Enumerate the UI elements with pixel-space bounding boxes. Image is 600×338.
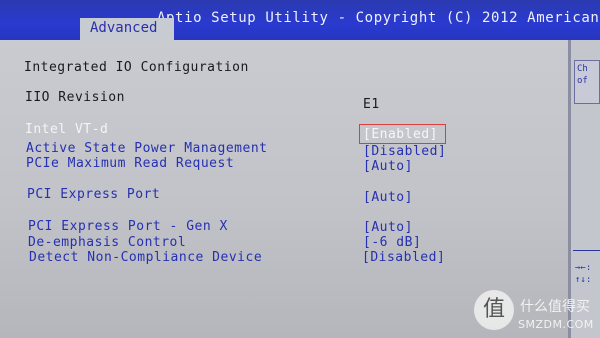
iio-revision-label: IIO Revision <box>25 90 125 105</box>
help-description: Ch of <box>574 60 600 104</box>
option-de-emphasis-value[interactable]: [-6 dB] <box>363 235 421 250</box>
option-de-emphasis-label[interactable]: De-emphasis Control <box>28 235 186 250</box>
option-pci-express-gen-x-label[interactable]: PCI Express Port - Gen X <box>28 219 228 234</box>
option-aspm-label[interactable]: Active State Power Management <box>26 141 267 156</box>
watermark-logo: 值 <box>474 290 514 330</box>
help-separator <box>573 250 600 251</box>
option-intel-vt-d-label[interactable]: Intel VT-d <box>25 122 108 137</box>
watermark-text-cn: 什么值得买 <box>520 299 590 315</box>
app-title: Aptio Setup Utility - Copyright (C) 2012… <box>157 10 600 26</box>
tab-advanced[interactable]: Advanced <box>80 18 174 40</box>
option-pci-express-port-label[interactable]: PCI Express Port <box>27 187 160 202</box>
bios-screen: Aptio Setup Utility - Copyright (C) 2012… <box>0 0 600 338</box>
option-pci-express-port-value[interactable]: [Auto] <box>363 190 413 205</box>
option-detect-non-compliance-value[interactable]: [Disabled] <box>362 250 445 265</box>
option-detect-non-compliance-label[interactable]: Detect Non-Compliance Device <box>29 250 262 265</box>
option-pcie-max-read-label[interactable]: PCIe Maximum Read Request <box>26 156 234 171</box>
option-pci-express-gen-x-value[interactable]: [Auto] <box>363 220 413 235</box>
selection-highlight-box <box>359 124 446 144</box>
option-pcie-max-read-value[interactable]: [Auto] <box>363 159 413 174</box>
help-key-legend: →←: ↑↓: <box>575 263 592 285</box>
watermark-text-en: SMZDM.COM <box>518 318 594 331</box>
page-heading: Integrated IO Configuration <box>24 60 249 75</box>
option-aspm-value[interactable]: [Disabled] <box>363 144 446 159</box>
iio-revision-value: E1 <box>363 97 380 112</box>
